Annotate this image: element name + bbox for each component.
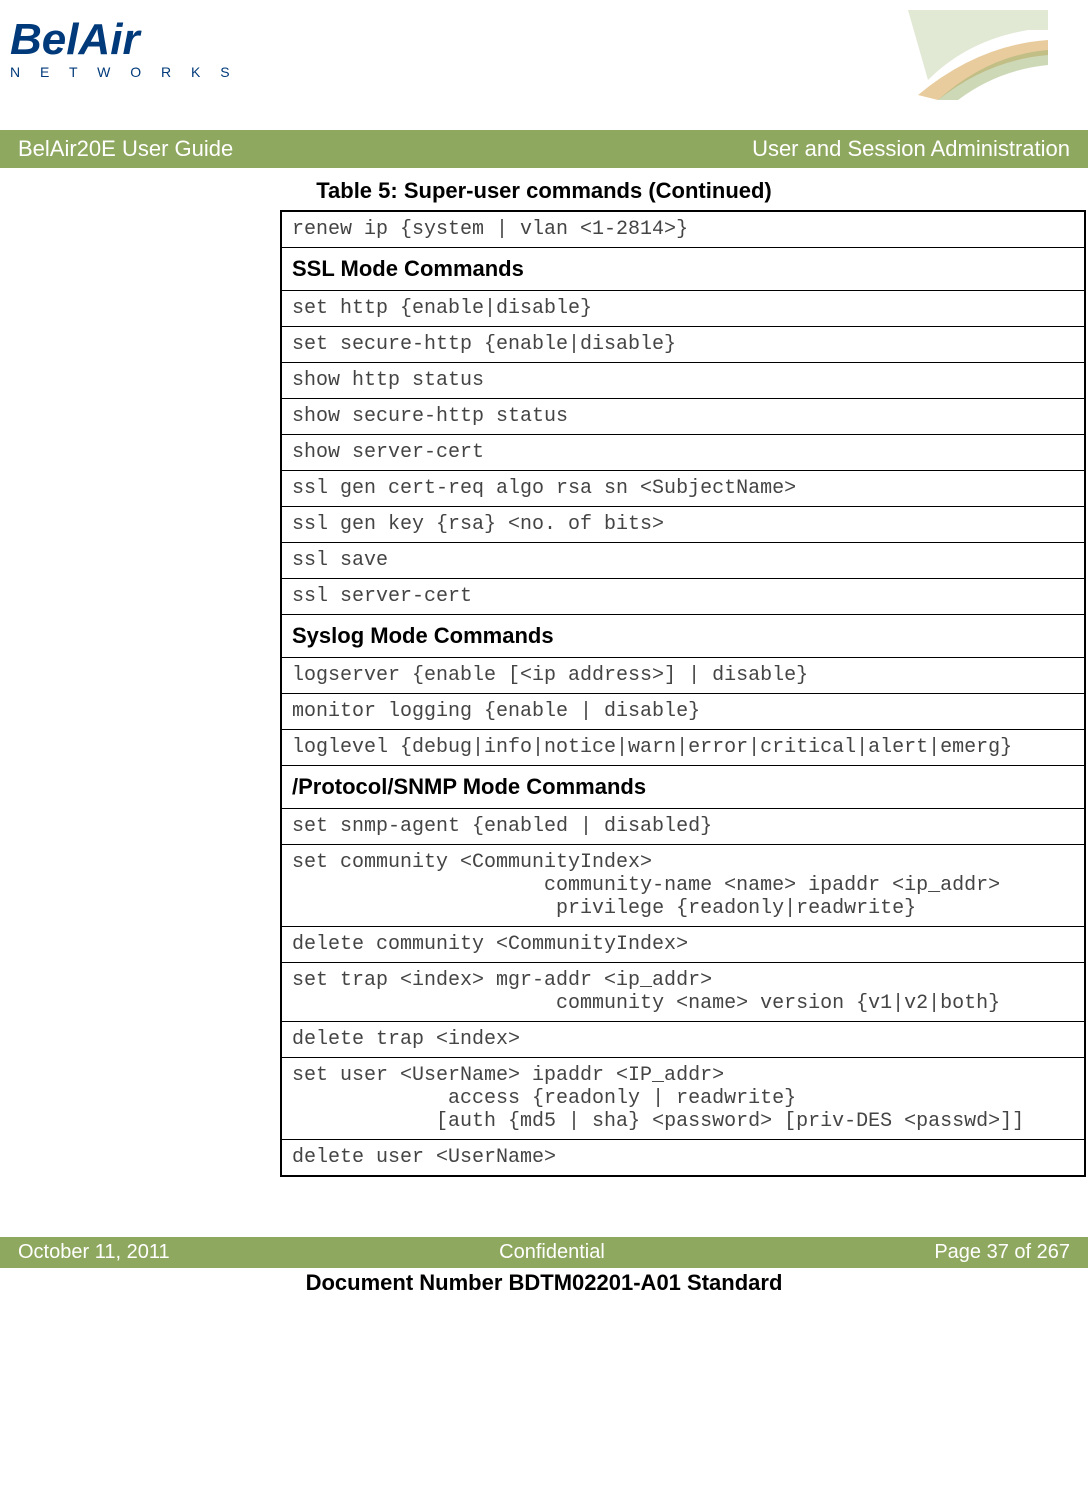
footer-center: Confidential [499, 1241, 605, 1264]
command-cell: delete community <CommunityIndex> [281, 927, 1085, 963]
command-cell: set snmp-agent {enabled | disabled} [281, 809, 1085, 845]
command-cell: show http status [281, 363, 1085, 399]
command-cell: renew ip {system | vlan <1-2814>} [281, 211, 1085, 248]
table-caption: Table 5: Super-user commands (Continued) [40, 178, 1048, 204]
table-row: show server-cert [281, 435, 1085, 471]
table-row: ssl server-cert [281, 579, 1085, 615]
page: BelAir N E T W O R K S BelAir20E User Gu… [0, 0, 1088, 1296]
footer-right: Page 37 of 267 [934, 1241, 1070, 1264]
banner-left: BelAir20E User Guide [18, 136, 233, 162]
section-header: /Protocol/SNMP Mode Commands [281, 766, 1085, 809]
table-row: delete trap <index> [281, 1022, 1085, 1058]
banner-right: User and Session Administration [752, 136, 1070, 162]
command-cell: set user <UserName> ipaddr <IP_addr> acc… [281, 1058, 1085, 1140]
command-cell: set http {enable|disable} [281, 291, 1085, 327]
table-row: set user <UserName> ipaddr <IP_addr> acc… [281, 1058, 1085, 1140]
content: Table 5: Super-user commands (Continued)… [0, 178, 1088, 1177]
table-row: set trap <index> mgr-addr <ip_addr> comm… [281, 963, 1085, 1022]
command-cell: ssl save [281, 543, 1085, 579]
command-cell: ssl server-cert [281, 579, 1085, 615]
table-row: show secure-http status [281, 399, 1085, 435]
corner-graphic-icon [908, 10, 1048, 100]
table-row: delete user <UserName> [281, 1140, 1085, 1177]
table-row: ssl gen cert-req algo rsa sn <SubjectNam… [281, 471, 1085, 507]
document-number: Document Number BDTM02201-A01 Standard [0, 1270, 1088, 1296]
table-row: delete community <CommunityIndex> [281, 927, 1085, 963]
logo: BelAir N E T W O R K S [10, 10, 238, 80]
table-row: show http status [281, 363, 1085, 399]
command-cell: show secure-http status [281, 399, 1085, 435]
title-banner: BelAir20E User Guide User and Session Ad… [0, 130, 1088, 168]
command-cell: logserver {enable [<ip address>] | disab… [281, 658, 1085, 694]
table-row: monitor logging {enable | disable} [281, 694, 1085, 730]
table-row: set snmp-agent {enabled | disabled} [281, 809, 1085, 845]
command-cell: ssl gen key {rsa} <no. of bits> [281, 507, 1085, 543]
logo-sub: N E T W O R K S [10, 64, 238, 80]
footer-banner: October 11, 2011 Confidential Page 37 of… [0, 1237, 1088, 1268]
command-cell: show server-cert [281, 435, 1085, 471]
command-cell: delete user <UserName> [281, 1140, 1085, 1177]
commands-table: renew ip {system | vlan <1-2814>}SSL Mod… [280, 210, 1086, 1177]
command-cell: monitor logging {enable | disable} [281, 694, 1085, 730]
table-row: logserver {enable [<ip address>] | disab… [281, 658, 1085, 694]
table-row: Syslog Mode Commands [281, 615, 1085, 658]
table-row: loglevel {debug|info|notice|warn|error|c… [281, 730, 1085, 766]
command-cell: set secure-http {enable|disable} [281, 327, 1085, 363]
table-row: ssl save [281, 543, 1085, 579]
table-row: ssl gen key {rsa} <no. of bits> [281, 507, 1085, 543]
table-row: /Protocol/SNMP Mode Commands [281, 766, 1085, 809]
command-cell: delete trap <index> [281, 1022, 1085, 1058]
command-cell: loglevel {debug|info|notice|warn|error|c… [281, 730, 1085, 766]
section-header: Syslog Mode Commands [281, 615, 1085, 658]
table-row: set secure-http {enable|disable} [281, 327, 1085, 363]
header: BelAir N E T W O R K S [0, 0, 1088, 130]
logo-main: BelAir [10, 20, 238, 60]
table-row: renew ip {system | vlan <1-2814>} [281, 211, 1085, 248]
section-header: SSL Mode Commands [281, 248, 1085, 291]
command-cell: ssl gen cert-req algo rsa sn <SubjectNam… [281, 471, 1085, 507]
table-row: set community <CommunityIndex> community… [281, 845, 1085, 927]
table-row: set http {enable|disable} [281, 291, 1085, 327]
command-cell: set community <CommunityIndex> community… [281, 845, 1085, 927]
command-cell: set trap <index> mgr-addr <ip_addr> comm… [281, 963, 1085, 1022]
footer-left: October 11, 2011 [18, 1241, 170, 1264]
table-row: SSL Mode Commands [281, 248, 1085, 291]
